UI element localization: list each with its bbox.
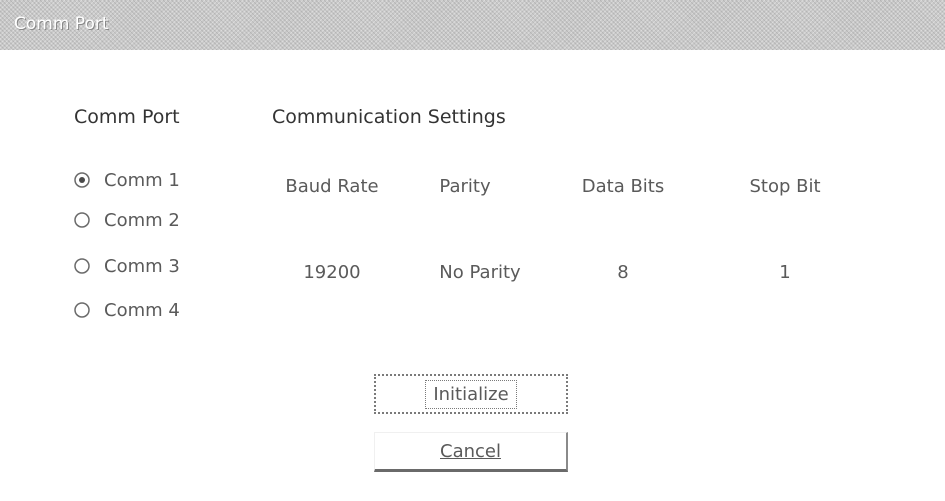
- parity-value: No Parity: [439, 262, 521, 283]
- initialize-button[interactable]: Initialize: [374, 374, 568, 414]
- radio-comm-1[interactable]: Comm 1: [74, 166, 180, 194]
- radio-label: Comm 2: [104, 209, 180, 231]
- radio-unselected-icon[interactable]: [74, 258, 90, 274]
- radio-comm-4[interactable]: Comm 4: [74, 296, 180, 324]
- baud-rate-value: 19200: [303, 262, 361, 283]
- radio-comm-2[interactable]: Comm 2: [74, 206, 180, 234]
- radio-label: Comm 3: [104, 255, 180, 277]
- cancel-button[interactable]: Cancel: [374, 432, 568, 472]
- comm-port-header: Comm Port: [74, 106, 180, 128]
- initialize-button-label: Initialize: [425, 379, 517, 409]
- stop-bit-value: 1: [779, 262, 791, 283]
- settings-header: Communication Settings: [272, 106, 506, 128]
- baud-rate-label: Baud Rate: [285, 176, 379, 197]
- radio-label: Comm 4: [104, 299, 180, 321]
- parity-label: Parity: [439, 176, 491, 197]
- cancel-button-label: Cancel: [440, 440, 501, 462]
- radio-comm-3[interactable]: Comm 3: [74, 252, 180, 280]
- radio-unselected-icon[interactable]: [74, 212, 90, 228]
- radio-selected-icon[interactable]: [74, 172, 90, 188]
- window-title: Comm Port: [14, 14, 109, 34]
- data-bits-label: Data Bits: [581, 176, 665, 197]
- title-bar: Comm Port: [0, 0, 945, 50]
- stop-bit-label: Stop Bit: [749, 176, 821, 197]
- radio-label: Comm 1: [104, 169, 180, 191]
- data-bits-value: 8: [617, 262, 629, 283]
- radio-unselected-icon[interactable]: [74, 302, 90, 318]
